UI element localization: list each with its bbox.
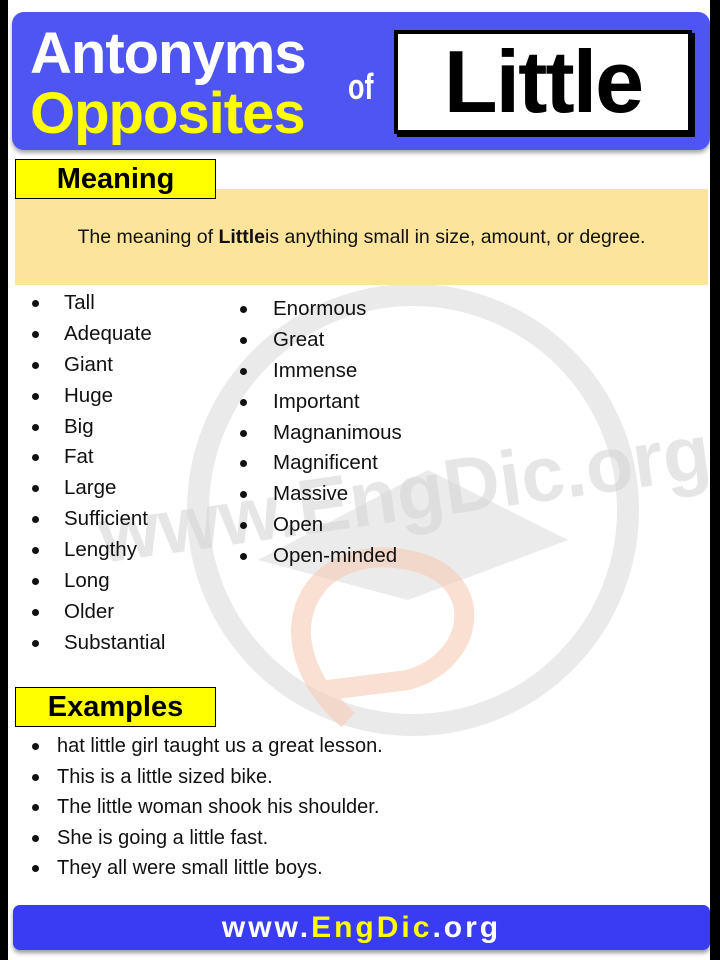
headword: Little xyxy=(443,32,644,131)
watermark-ring xyxy=(187,284,639,736)
title-antonyms: Antonyms xyxy=(30,21,307,86)
meaning-label: Meaning xyxy=(15,159,216,199)
title-banner: Antonyms Opposites of Little xyxy=(12,12,710,150)
antonym-item: Substantial xyxy=(31,628,165,659)
example-sentence: This is a little sized bike. xyxy=(32,762,383,793)
example-sentence: hat little girl taught us a great lesson… xyxy=(32,731,383,762)
meaning-suffix: is anything small in size, amount, or de… xyxy=(265,225,646,248)
antonym-item: Adequate xyxy=(31,319,165,350)
word-box: Little xyxy=(394,30,692,134)
meaning-text: The meaning of Little is anything small … xyxy=(15,189,708,285)
example-sentence: The little woman shook his shoulder. xyxy=(32,792,383,823)
antonym-item: Lengthy xyxy=(31,535,165,566)
antonym-item: Long xyxy=(31,566,165,597)
antonym-item: Giant xyxy=(31,350,165,381)
antonym-item: Open xyxy=(240,510,402,541)
title-connector: of xyxy=(348,66,374,107)
antonym-item: Immense xyxy=(240,356,402,387)
footer-banner: www.EngDic.org xyxy=(13,905,710,950)
antonym-item: Open-minded xyxy=(240,541,402,572)
antonym-item: Large xyxy=(31,473,165,504)
page: www.EngDic.org Antonyms Opposites of Lit… xyxy=(8,0,710,960)
footer-brand: EngDic xyxy=(311,911,433,944)
antonyms-column-2: Enormous Great Immense Important Magnani… xyxy=(240,294,402,572)
antonym-item: Great xyxy=(240,325,402,356)
example-sentence: They all were small little boys. xyxy=(32,853,383,884)
title-opposites: Opposites xyxy=(30,81,306,146)
antonym-item: Massive xyxy=(240,479,402,510)
antonym-item: Magnanimous xyxy=(240,418,402,449)
meaning-prefix: The meaning of xyxy=(77,225,214,248)
antonym-item: Tall xyxy=(31,288,165,319)
antonym-item: Important xyxy=(240,387,402,418)
antonym-item: Huge xyxy=(31,381,165,412)
antonym-item: Enormous xyxy=(240,294,402,325)
footer-url-prefix: www. xyxy=(221,911,312,944)
antonym-item: Big xyxy=(31,412,165,443)
antonym-item: Sufficient xyxy=(31,504,165,535)
watermark-e-letter xyxy=(291,547,475,728)
antonym-item: Magnificent xyxy=(240,448,402,479)
examples-label: Examples xyxy=(15,687,216,727)
antonym-item: Fat xyxy=(31,442,165,473)
example-sentence: She is going a little fast. xyxy=(32,823,383,854)
footer-url-suffix: .org xyxy=(432,911,502,944)
antonym-item: Older xyxy=(31,597,165,628)
examples-list: hat little girl taught us a great lesson… xyxy=(32,731,383,884)
meaning-word: Little xyxy=(218,225,266,248)
antonyms-column-1: Tall Adequate Giant Huge Big Fat Large S… xyxy=(31,288,165,659)
